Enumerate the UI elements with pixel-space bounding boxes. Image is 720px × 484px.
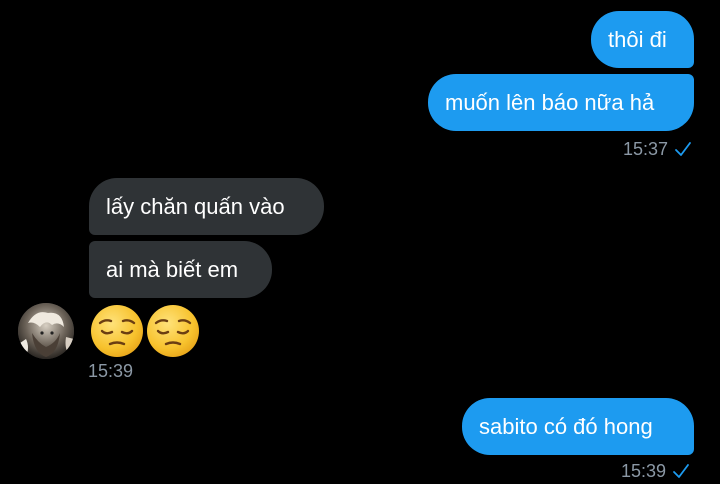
message-text: thôi đi [608,26,667,52]
timestamp-text: 15:39 [621,460,667,481]
incoming-message-bubble[interactable]: lấy chăn quấn vào [89,178,324,235]
check-icon [673,464,689,478]
check-icon [675,142,691,156]
incoming-message-bubble[interactable]: ai mà biết em [89,241,272,298]
outgoing-message-bubble[interactable]: muốn lên báo nữa hả [428,74,694,131]
pensive-face-emoji [91,305,143,357]
message-timestamp: 15:39 [621,459,690,483]
timestamp-text: 15:39 [88,360,134,381]
message-text: lấy chăn quấn vào [106,193,285,219]
message-text: sabito có đó hong [479,413,653,439]
pensive-face-emoji [147,305,199,357]
user-avatar[interactable] [18,303,74,359]
message-timestamp: 15:37 [623,137,692,161]
message-timestamp: 15:39 [88,359,133,383]
avatar-image [18,303,74,359]
message-text: muốn lên báo nữa hả [445,89,655,115]
outgoing-message-bubble[interactable]: sabito có đó hong [462,398,694,455]
outgoing-message-bubble[interactable]: thôi đi [591,11,694,68]
message-text: ai mà biết em [106,256,239,282]
timestamp-text: 15:37 [623,138,669,159]
